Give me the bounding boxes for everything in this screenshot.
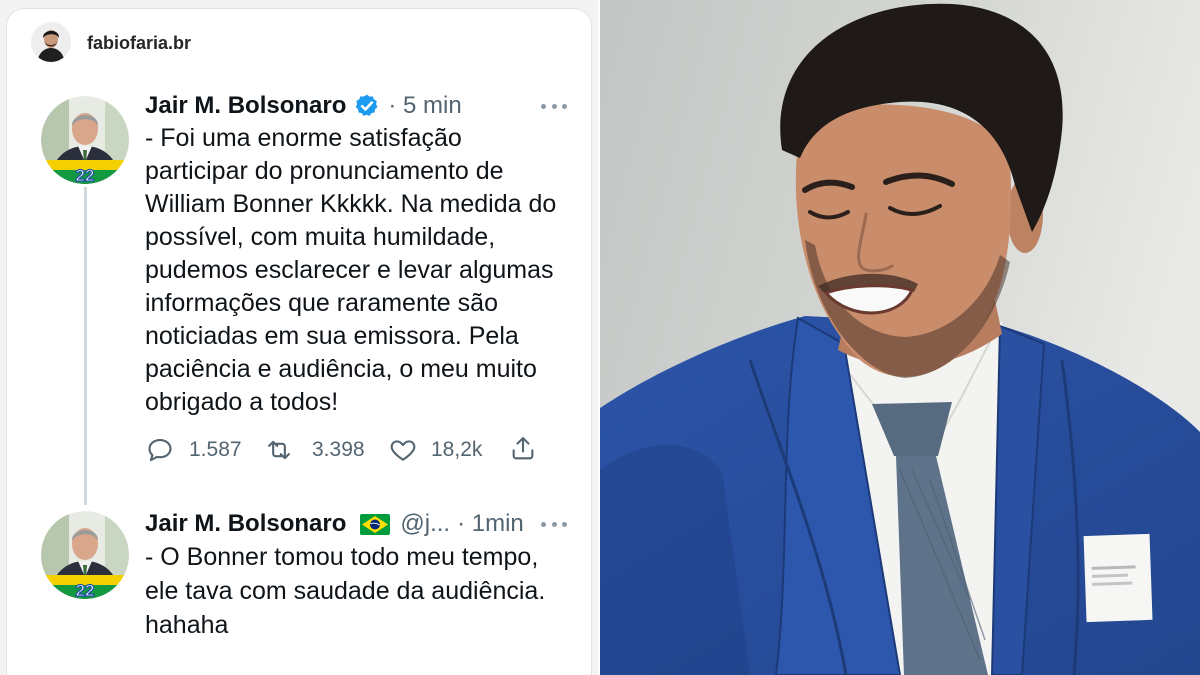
- tweet-text-line: ele tava com saudade da audiência.: [145, 577, 546, 605]
- tweet-header: Jair M. Bolsonaro · 5 min: [145, 92, 462, 120]
- avatar-badge-number: 22: [76, 581, 95, 599]
- name-badge: [1083, 533, 1153, 623]
- tweet-time[interactable]: · 5 min: [388, 92, 461, 120]
- heart-icon: [390, 440, 416, 461]
- avatar-image: 22: [41, 511, 129, 599]
- profile-avatar[interactable]: [31, 22, 71, 62]
- tweet-text-line: William Bonner Kkkkk. Na medida do: [145, 190, 557, 218]
- tweet-text-line: - Foi uma enorme satisfação: [145, 124, 462, 152]
- tweet-time[interactable]: · 1min: [457, 510, 524, 538]
- tweet-text-line: pudemos esclarecer e levar algumas: [145, 256, 554, 284]
- retweet-count: 3.398: [312, 438, 365, 461]
- tweet-text-line: obrigado a todos!: [145, 388, 339, 416]
- tweet-text-line: possível, com muita humildade,: [145, 223, 496, 251]
- reply-button[interactable]: 1.587: [146, 436, 242, 464]
- reply-count: 1.587: [189, 438, 242, 461]
- tweet-text-line: participar do pronunciamento de: [145, 157, 504, 185]
- like-button[interactable]: 18,2k: [389, 436, 482, 464]
- more-dot: [562, 103, 567, 109]
- portrait-photo: [600, 0, 1200, 675]
- profile-avatar-image: [31, 22, 71, 62]
- tweet-text-line: hahaha: [145, 611, 229, 639]
- tweet-author-avatar[interactable]: 22: [41, 511, 129, 599]
- thread-connector-line: [84, 187, 87, 505]
- more-dot: [541, 103, 546, 109]
- tweet-text: - Foi uma enorme satisfação participar d…: [145, 122, 556, 419]
- share-icon: [512, 437, 534, 460]
- avatar-badge-number: 22: [76, 166, 95, 184]
- tweet-author-name[interactable]: Jair M. Bolsonaro: [145, 510, 346, 538]
- tweet-text-line: - O Bonner tomou todo meu tempo,: [145, 543, 539, 571]
- tweet-author-name[interactable]: Jair M. Bolsonaro: [145, 92, 346, 120]
- more-icon[interactable]: [541, 520, 567, 528]
- avatar-image: 22: [41, 96, 129, 184]
- tweet-author-handle[interactable]: @j...: [400, 510, 450, 538]
- more-icon[interactable]: [541, 102, 567, 110]
- screenshot-panel: fabiofaria.br 22 Jair M. Bolsonaro · 5 m…: [0, 0, 598, 675]
- more-dot: [551, 521, 557, 527]
- post-username[interactable]: fabiofaria.br: [87, 33, 191, 53]
- tweet-text-line: noticiadas em sua emissora. Pela: [145, 322, 519, 350]
- share-button[interactable]: [509, 434, 537, 462]
- tweet-header: Jair M. Bolsonaro @j... · 1min: [145, 510, 524, 538]
- retweet-button[interactable]: 3.398: [265, 436, 365, 464]
- like-count: 18,2k: [431, 438, 483, 461]
- more-dot: [551, 103, 557, 109]
- brazil-flag-icon: [360, 513, 391, 535]
- more-dot: [562, 521, 567, 527]
- tweet-text-line: informações que raramente são: [145, 289, 498, 317]
- tweet-author-avatar[interactable]: 22: [41, 96, 129, 184]
- tweet-text: - O Bonner tomou todo meu tempo, ele tav…: [145, 540, 545, 642]
- tweet-text-line: paciência e audiência, o meu muito: [145, 355, 537, 383]
- more-dot: [541, 521, 546, 527]
- retweet-icon: [268, 440, 290, 460]
- reply-icon: [148, 439, 172, 462]
- verified-badge-icon: [356, 94, 378, 116]
